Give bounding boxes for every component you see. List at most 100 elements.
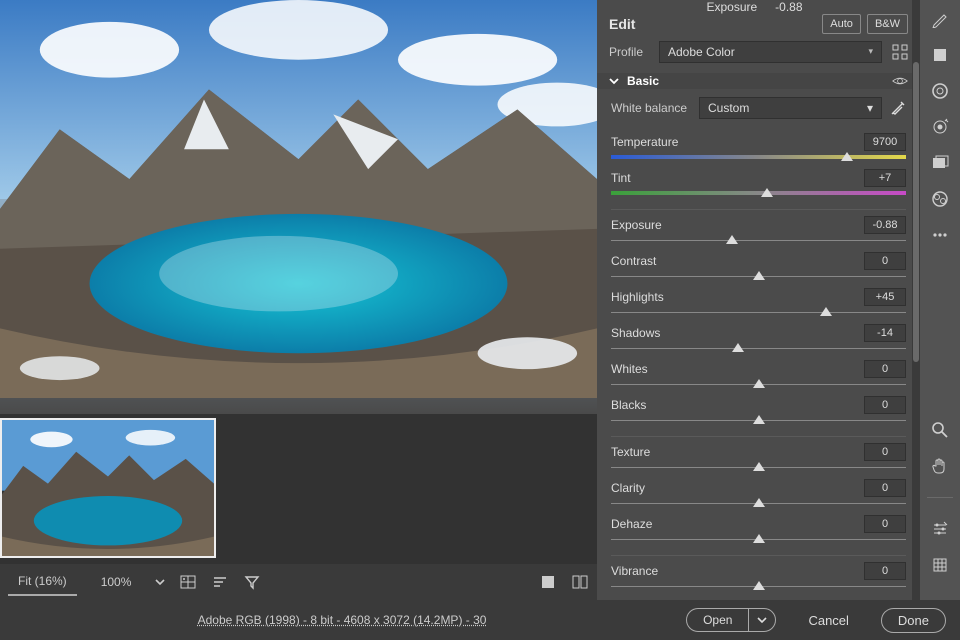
slider-thumb[interactable] xyxy=(820,307,832,316)
edit-title: Edit xyxy=(609,16,816,32)
slider-label: Vibrance xyxy=(611,564,658,578)
slider-thumb[interactable] xyxy=(732,343,744,352)
white-balance-label: White balance xyxy=(611,101,691,115)
visibility-toggle-icon[interactable] xyxy=(892,75,908,87)
slider-track[interactable] xyxy=(611,153,906,163)
slider-label: Tint xyxy=(611,171,631,185)
filmstrip-thumb[interactable] xyxy=(0,418,216,558)
tool-sidebar xyxy=(920,0,960,600)
basic-title: Basic xyxy=(627,74,884,88)
radial-tool-icon[interactable] xyxy=(931,82,949,100)
slider-value-input[interactable]: -14 xyxy=(864,324,906,342)
filter-icon[interactable] xyxy=(243,573,261,591)
auto-button[interactable]: Auto xyxy=(822,14,861,34)
slider-label: Texture xyxy=(611,445,650,459)
done-button[interactable]: Done xyxy=(881,608,946,633)
slider-track[interactable] xyxy=(611,463,906,473)
chevron-down-icon: ▾ xyxy=(867,101,873,115)
crop-tool-icon[interactable] xyxy=(931,46,949,64)
slider-value-input[interactable]: +7 xyxy=(864,169,906,187)
redeye-tool-icon[interactable] xyxy=(931,118,949,136)
snapshots-icon[interactable] xyxy=(931,154,949,172)
slider-shadows: Shadows-14 xyxy=(611,324,906,354)
slider-clarity: Clarity 0 xyxy=(611,479,906,509)
zoom-fit-tab[interactable]: Fit (16%) xyxy=(8,568,77,596)
eyedropper-icon[interactable] xyxy=(890,100,906,116)
footer-bar: Adobe RGB (1998) - 8 bit - 4608 x 3072 (… xyxy=(0,600,960,640)
slider-value-input[interactable]: 0 xyxy=(864,443,906,461)
profile-label: Profile xyxy=(609,45,649,59)
slider-thumb[interactable] xyxy=(753,415,765,424)
slider-thumb[interactable] xyxy=(841,152,853,161)
slider-value-input[interactable]: -0.88 xyxy=(864,216,906,234)
slider-track[interactable] xyxy=(611,236,906,246)
open-menu-caret[interactable] xyxy=(748,608,776,632)
slider-thumb[interactable] xyxy=(753,379,765,388)
slider-value-input[interactable]: +45 xyxy=(864,288,906,306)
slider-track[interactable] xyxy=(611,535,906,545)
slider-value-input[interactable]: 0 xyxy=(864,479,906,497)
panel-scrollbar[interactable] xyxy=(912,0,920,600)
slider-track[interactable] xyxy=(611,416,906,426)
slider-track[interactable] xyxy=(611,308,906,318)
open-button[interactable]: Open xyxy=(686,608,748,632)
slider-value-input[interactable]: 0 xyxy=(864,252,906,270)
zoom-100-tab[interactable]: 100% xyxy=(91,569,142,595)
slider-vibrance: Vibrance 0 xyxy=(611,562,906,592)
bw-button[interactable]: B&W xyxy=(867,14,908,34)
slider-thumb[interactable] xyxy=(761,188,773,197)
slider-track[interactable] xyxy=(611,344,906,354)
hand-tool-icon[interactable] xyxy=(931,457,949,475)
slider-value-input[interactable]: 0 xyxy=(864,360,906,378)
slider-thumb[interactable] xyxy=(753,498,765,507)
image-metadata[interactable]: Adobe RGB (1998) - 8 bit - 4608 x 3072 (… xyxy=(14,613,670,627)
image-preview[interactable] xyxy=(0,0,597,414)
slider-label: Blacks xyxy=(611,398,646,412)
slider-track[interactable] xyxy=(611,499,906,509)
histogram-readout: Exposure -0.88 xyxy=(597,0,920,14)
single-view-icon[interactable] xyxy=(539,573,557,591)
edit-tool-icon[interactable] xyxy=(931,10,949,28)
slider-track[interactable] xyxy=(611,380,906,390)
open-split-button: Open xyxy=(686,608,776,632)
slider-highlights: Highlights+45 xyxy=(611,288,906,318)
slider-thumb[interactable] xyxy=(753,271,765,280)
profile-select[interactable]: Adobe Color ▾ xyxy=(659,41,882,63)
slider-thumb[interactable] xyxy=(726,235,738,244)
edit-panel: Exposure -0.88 Edit Auto B&W Profile Ado… xyxy=(597,0,920,600)
slider-label: Exposure xyxy=(611,218,662,232)
histogram-value: -0.88 xyxy=(775,0,802,14)
slider-thumb[interactable] xyxy=(753,581,765,590)
slider-value-input[interactable]: 0 xyxy=(864,562,906,580)
slider-track[interactable] xyxy=(611,272,906,282)
slider-label: Clarity xyxy=(611,481,645,495)
grid-tool-icon[interactable] xyxy=(931,556,949,574)
preview-toolbar: Fit (16%) 100% xyxy=(0,564,597,600)
zoom-menu-caret[interactable] xyxy=(155,577,165,587)
white-balance-select[interactable]: Custom ▾ xyxy=(699,97,882,119)
slider-label: Temperature xyxy=(611,135,678,149)
grid-toggle-icon[interactable] xyxy=(179,573,197,591)
slider-thumb[interactable] xyxy=(753,462,765,471)
cancel-button[interactable]: Cancel xyxy=(792,609,864,632)
more-icon[interactable] xyxy=(931,226,949,244)
slider-track[interactable] xyxy=(611,582,906,592)
white-balance-value: Custom xyxy=(708,101,749,115)
slider-texture: Texture 0 xyxy=(611,443,906,473)
slider-label: Contrast xyxy=(611,254,656,268)
histogram-label: Exposure xyxy=(706,0,757,14)
slider-value-input[interactable]: 9700 xyxy=(864,133,906,151)
profile-browser-icon[interactable] xyxy=(892,44,908,60)
basic-section-header[interactable]: Basic xyxy=(597,73,920,89)
zoom-tool-icon[interactable] xyxy=(931,421,949,439)
slider-value-input[interactable]: 0 xyxy=(864,396,906,414)
compare-view-icon[interactable] xyxy=(571,573,589,591)
sort-icon[interactable] xyxy=(211,573,229,591)
slider-value-input[interactable]: 0 xyxy=(864,515,906,533)
slider-whites: Whites0 xyxy=(611,360,906,390)
slider-track[interactable] xyxy=(611,189,906,199)
presets-icon[interactable] xyxy=(931,190,949,208)
sliders-icon[interactable] xyxy=(931,520,949,538)
slider-thumb[interactable] xyxy=(753,534,765,543)
slider-dehaze: Dehaze0 xyxy=(611,515,906,545)
